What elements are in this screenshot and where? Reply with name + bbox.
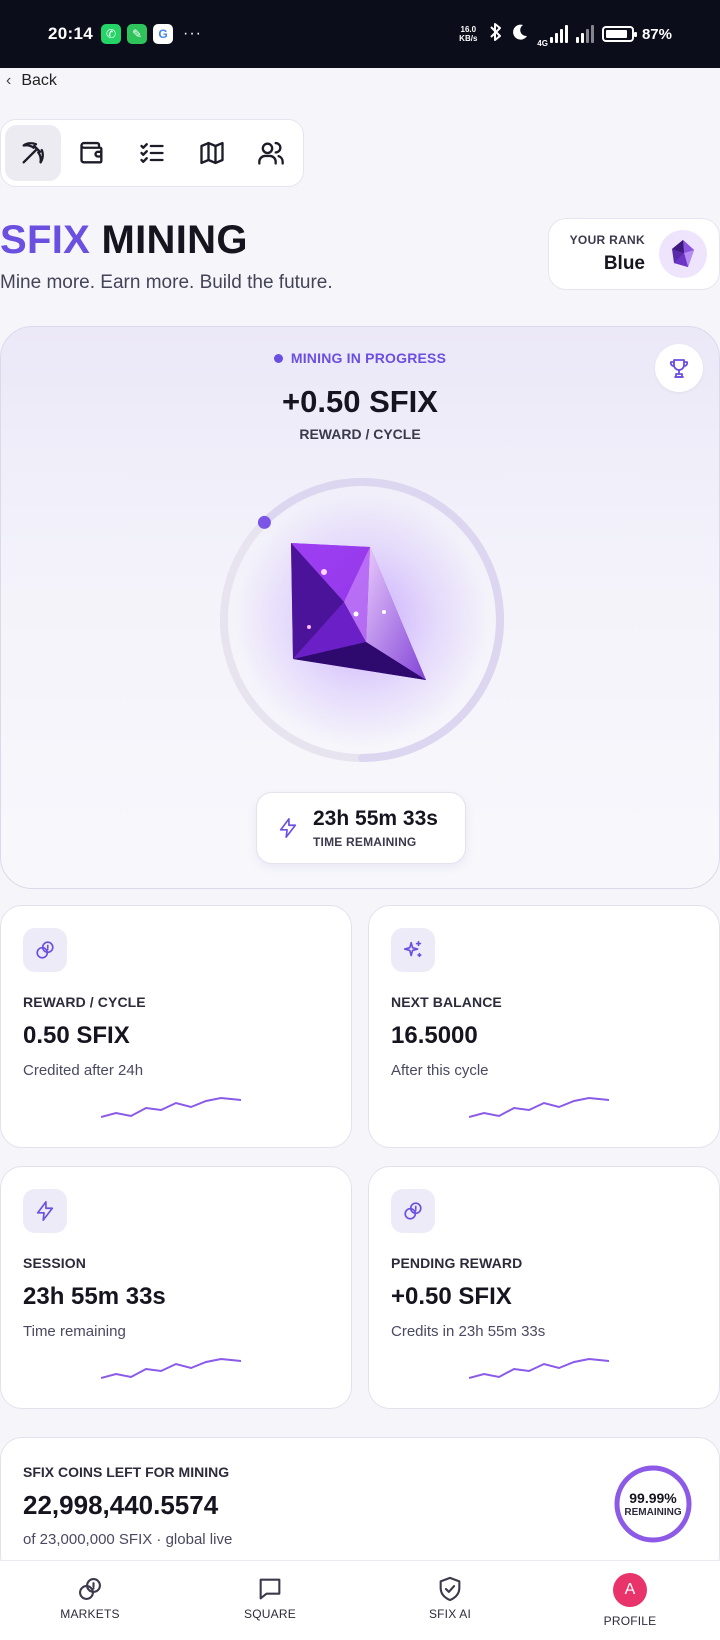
stat-sub: Credits in 23h 55m 33s [391,1323,546,1340]
stat-card-reward: REWARD / CYCLE 0.50 SFIX Credited after … [0,905,352,1148]
nav-label: SFIX AI [428,1607,472,1621]
back-label: Back [21,72,57,89]
nav-square[interactable]: SQUARE [200,1575,340,1621]
mining-hero-card: MINING IN PROGRESS +0.50 SFIX REWARD / C… [0,326,720,889]
back-button[interactable]: ‹ Back [6,70,57,92]
lightning-icon [23,1189,67,1233]
app-icon: ✎ [126,24,147,44]
trophy-icon [669,359,689,378]
tool-pickaxe[interactable] [5,125,61,181]
stat-value: +0.50 SFIX [391,1283,512,1310]
hero-reward: +0.50 SFIX [282,384,438,419]
title-accent: SFIX [0,218,91,262]
stat-label: SESSION [23,1255,86,1271]
status-dot [273,353,283,363]
more-icon: ··· [182,25,202,42]
coins-left-card: SFIX COINS LEFT FOR MINING 22,998,440.55… [0,1437,720,1577]
coins-left-value: 22,998,440.5574 [23,1490,219,1520]
avatar: A [613,1573,647,1607]
battery-icon [601,26,637,42]
status-time: 20:14 [48,24,93,43]
stat-value: 23h 55m 33s [23,1283,166,1310]
moon-icon [511,23,529,45]
remaining-percent: 99.99% [629,1490,677,1506]
hero-reward-label: REWARD / CYCLE [299,426,421,442]
time-remaining-pill: 23h 55m 33s TIME REMAINING [256,792,466,864]
chevron-left-icon: ‹ [6,72,12,89]
rank-card[interactable]: YOUR RANK Blue [548,218,720,290]
tool-tasks[interactable] [124,125,180,181]
status-right: 16.0 KB/s 4G 87% [455,21,672,48]
pickaxe-icon [22,142,44,164]
signal-icon [575,25,594,43]
stat-label: PENDING REWARD [391,1255,523,1271]
nav-sfix-ai[interactable]: SFIX AI [380,1575,520,1621]
mining-progress-ring [214,472,510,768]
gem-icon [659,230,707,278]
status-apps: ✆ ✎ G [100,24,173,44]
title-rest: MINING [90,218,248,262]
time-remaining-value: 23h 55m 33s [313,807,438,830]
mining-status-text: MINING IN PROGRESS [290,350,447,366]
nav-label: SQUARE [244,1607,296,1621]
status-bar: 20:14 ✆ ✎ G ··· 16.0 KB/s 4G 87% [0,0,720,68]
trophy-button[interactable] [655,344,703,392]
rank-label: YOUR RANK [569,233,645,247]
tool-map[interactable] [184,125,240,181]
whatsapp-icon: ✆ [100,24,121,44]
mining-status: MINING IN PROGRESS [1,350,719,366]
sparkline [101,1358,242,1379]
bottom-nav: MARKETS SQUARE SFIX AI A PROFILE [0,1560,720,1640]
sparkline [101,1097,242,1118]
page-title: SFIX MINING [0,218,248,263]
nav-label: MARKETS [60,1607,120,1621]
wallet-icon [80,141,103,164]
coins-left-label: SFIX COINS LEFT FOR MINING [23,1464,230,1480]
network-speed: 16.0 KB/s [459,25,478,43]
coins-left-sub: of 23,000,000 SFIX · global live [23,1531,233,1548]
map-icon [199,141,224,165]
network-type: 4G [537,38,548,48]
stat-card-session: SESSION 23h 55m 33s Time remaining [0,1166,352,1409]
remaining-label: REMAINING [624,1507,682,1518]
tool-wallet[interactable] [65,125,121,181]
stat-label: REWARD / CYCLE [23,994,146,1010]
lightning-icon [279,818,297,838]
rank-value: Blue [603,253,645,274]
page-subtitle: Mine more. Earn more. Build the future. [0,272,333,293]
checklist-icon [140,143,164,163]
rank-text: YOUR RANK Blue [565,233,659,275]
stat-sub: Time remaining [23,1323,126,1340]
google-icon: G [152,24,173,44]
stat-value: 16.5000 [391,1022,478,1049]
coins-icon [79,1578,101,1600]
nav-profile[interactable]: A PROFILE [560,1573,700,1628]
shield-check-icon [439,1576,461,1602]
chat-icon [259,1578,281,1600]
crystal-gem-image [291,543,426,680]
stat-card-pending: PENDING REWARD +0.50 SFIX Credits in 23h… [368,1166,720,1409]
stat-card-next-balance: NEXT BALANCE 16.5000 After this cycle [368,905,720,1148]
coins-icon [391,1189,435,1233]
sparkles-icon [391,928,435,972]
stat-value: 0.50 SFIX [23,1022,130,1049]
coins-icon [23,928,67,972]
time-remaining-label: TIME REMAINING [313,835,417,849]
progress-dot [257,515,271,529]
sparkline [469,1358,610,1379]
tool-users[interactable] [243,125,299,181]
stat-sub: Credited after 24h [23,1062,144,1079]
mining-toolbar [0,119,304,187]
signal-icon [549,25,568,43]
nav-label: PROFILE [603,1614,657,1628]
bluetooth-icon [489,22,503,46]
stat-label: NEXT BALANCE [391,994,502,1010]
users-icon [258,141,285,165]
sparkline [469,1097,610,1118]
stat-sub: After this cycle [391,1062,489,1079]
battery-percent: 87% [641,25,672,43]
nav-markets[interactable]: MARKETS [20,1575,160,1621]
remaining-ring: 99.99% REMAINING [613,1464,693,1544]
